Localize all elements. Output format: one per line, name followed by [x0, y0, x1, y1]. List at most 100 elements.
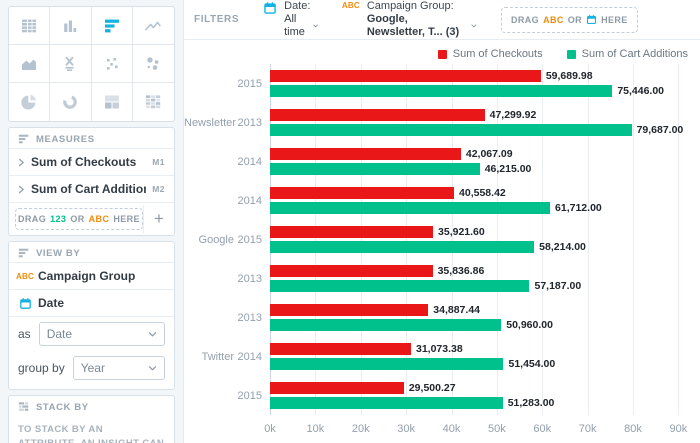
vis-type-heatmap[interactable] [133, 83, 174, 121]
bar-checkouts[interactable] [270, 187, 454, 199]
vis-type-line-chart[interactable] [133, 7, 174, 45]
bar-value-label: 35,836.86 [438, 265, 485, 277]
category-year-label: 2013 [234, 312, 270, 324]
view-by-panel-header: VIEW BY [9, 242, 174, 262]
date-as-row: as Date [9, 316, 174, 351]
bar-line: 42,067.09 [270, 148, 692, 160]
vis-type-bar-chart[interactable] [92, 7, 133, 45]
bar-checkouts[interactable] [270, 343, 411, 355]
group-by-value: Year [81, 361, 105, 375]
headline-icon [60, 54, 80, 74]
bar-cart-additions[interactable] [270, 358, 503, 370]
category-group-label: Google [184, 234, 234, 246]
chevron-down-icon [313, 23, 318, 29]
bar-checkouts[interactable] [270, 109, 485, 121]
bar-checkouts[interactable] [270, 148, 461, 160]
filter-title: Campaign Group: [367, 0, 477, 13]
table-icon [19, 16, 39, 36]
view-by-item[interactable]: ABCCampaign Group [9, 262, 174, 289]
bar-value-label: 31,073.38 [416, 343, 463, 355]
chevron-right-icon[interactable] [18, 158, 25, 167]
measure-item[interactable]: Sum of Cart Additions M2 [9, 175, 174, 202]
bar-line: 40,558.42 [270, 187, 692, 199]
numeric-token: 123 [50, 214, 66, 224]
bar-cart-additions[interactable] [270, 397, 503, 409]
legend-item[interactable]: Sum of Cart Additions [567, 48, 688, 60]
legend-label: Sum of Checkouts [453, 48, 543, 60]
measures-drop-zone[interactable]: DRAG 123 OR ABC HERE [15, 208, 143, 230]
bar-cart-additions[interactable] [270, 202, 550, 214]
catalog-sidebar: MEASURES Sum of Checkouts M1 Sum of Cart… [0, 0, 184, 443]
group-by-row: group by Year [9, 351, 174, 389]
filter-items: Date: All time ABC Campaign Group: Googl… [263, 0, 477, 39]
bar-cart-additions[interactable] [270, 241, 534, 253]
category-year-label: 2014 [234, 195, 270, 207]
bar-line: 51,283.00 [270, 397, 692, 409]
bar-cart-additions[interactable] [270, 124, 632, 136]
vis-type-headline[interactable] [50, 45, 91, 83]
view-by-icon [18, 247, 30, 259]
filter-attribute[interactable]: ABC Campaign Group: Google, Newsletter, … [342, 0, 477, 39]
measure-item[interactable]: Sum of Checkouts M1 [9, 148, 174, 175]
filter-date[interactable]: Date: All time [263, 0, 318, 39]
bar-cart-additions[interactable] [270, 319, 501, 331]
bar-checkouts[interactable] [270, 304, 428, 316]
bar-cart-additions[interactable] [270, 85, 612, 97]
bar-line: 57,187.00 [270, 280, 692, 292]
bar-checkouts[interactable] [270, 226, 433, 238]
vis-type-column-chart[interactable] [50, 7, 91, 45]
bar-cart-additions[interactable] [270, 163, 480, 175]
filter-bar: FILTERS Date: All time ABC Campaign Grou… [184, 0, 700, 40]
legend-item[interactable]: Sum of Checkouts [438, 48, 543, 60]
area-chart-icon [19, 54, 39, 74]
bar-value-label: 35,921.60 [438, 226, 485, 238]
abc-attribute-icon: ABC [18, 272, 32, 281]
vis-type-donut-chart[interactable] [50, 83, 91, 121]
chevron-down-icon [148, 331, 157, 338]
chart-bar-row: 31,073.38 51,454.00 [270, 337, 692, 376]
y-axis-label-row: 2015 [184, 376, 270, 415]
bar-value-label: 42,067.09 [466, 148, 513, 160]
add-measure-button[interactable]: + [143, 205, 174, 233]
bar-line: 58,214.00 [270, 241, 692, 253]
stack-by-panel-title: STACK BY [36, 402, 89, 413]
bar-value-label: 51,454.00 [508, 358, 555, 370]
bar-line: 35,921.60 [270, 226, 692, 238]
bar-line: 59,689.98 [270, 70, 692, 82]
chart-area: 2015Newsletter 2013 2014 2014Google 2015… [184, 64, 700, 415]
filter-drop-zone[interactable]: DRAG ABC OR HERE [501, 7, 638, 33]
heatmap-icon [143, 92, 163, 112]
bar-checkouts[interactable] [270, 382, 404, 394]
category-year-label: 2015 [234, 390, 270, 402]
drop-text: OR [70, 214, 84, 224]
legend-swatch [567, 50, 576, 59]
vis-type-table[interactable] [9, 7, 50, 45]
category-year-label: 2013 [236, 117, 270, 129]
bar-cart-additions[interactable] [270, 280, 529, 292]
donut-chart-icon [60, 92, 80, 112]
vis-type-treemap[interactable] [92, 83, 133, 121]
measure-item-label: Sum of Checkouts [31, 155, 146, 169]
legend-label: Sum of Cart Additions [582, 48, 688, 60]
vis-type-pie-chart[interactable] [9, 83, 50, 121]
vis-type-area-chart[interactable] [9, 45, 50, 83]
view-by-panel-title: VIEW BY [36, 248, 80, 259]
group-by-select[interactable]: Year [73, 356, 165, 380]
date-as-select[interactable]: Date [39, 322, 165, 346]
vis-type-bubble-chart[interactable] [133, 45, 174, 83]
measure-item-label: Sum of Cart Additions [31, 182, 146, 196]
view-by-item[interactable]: Date [9, 289, 174, 316]
bar-checkouts[interactable] [270, 70, 541, 82]
analytical-designer: MEASURES Sum of Checkouts M1 Sum of Cart… [0, 0, 700, 443]
insight-canvas: FILTERS Date: All time ABC Campaign Grou… [184, 0, 700, 443]
calendar-icon [18, 297, 32, 310]
bar-value-label: 61,712.00 [555, 202, 602, 214]
chart-legend: Sum of Checkouts Sum of Cart Additions [184, 40, 700, 64]
bar-checkouts[interactable] [270, 265, 433, 277]
x-axis-tick-label: 10k [307, 423, 325, 435]
vis-type-scatter-plot[interactable] [92, 45, 133, 83]
chevron-right-icon[interactable] [18, 185, 25, 194]
measure-tag: M1 [152, 157, 165, 167]
group-by-label: group by [18, 361, 65, 375]
chart-bar-row: 42,067.09 46,215.00 [270, 142, 692, 181]
